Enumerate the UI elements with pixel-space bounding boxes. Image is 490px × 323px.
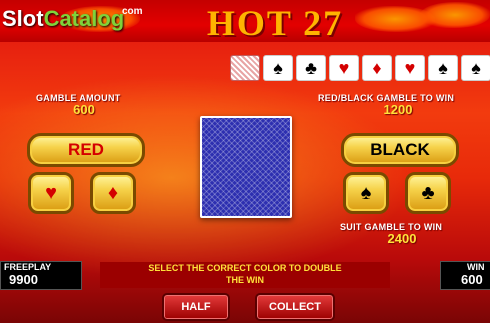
instruction-line-1: SELECT THE CORRECT COLOR TO DOUBLE <box>148 263 342 273</box>
logo-com-text: com <box>122 6 143 17</box>
red-button[interactable]: RED <box>27 133 145 167</box>
history-card-diamond-icon: ♦ <box>362 55 392 81</box>
logo-catalog-text: Catalog <box>43 6 125 31</box>
gamble-card-back <box>200 116 292 218</box>
freeplay-value: 9900 <box>9 272 38 287</box>
history-card-heart-icon: ♥ <box>395 55 425 81</box>
history-card-spade-icon: ♠ <box>428 55 458 81</box>
history-card-back <box>230 55 260 81</box>
win-value: 600 <box>461 272 483 287</box>
red-black-gamble-value: 1200 <box>383 102 413 117</box>
freeplay-box: FREEPLAY 9900 <box>0 261 82 290</box>
black-button[interactable]: BLACK <box>341 133 459 167</box>
heart-suit-button[interactable]: ♥ <box>28 172 74 214</box>
diamond-suit-button[interactable]: ♦ <box>90 172 136 214</box>
history-card-club-icon: ♣ <box>296 55 326 81</box>
slotcatalog-logo: SlotCatalog <box>2 6 124 32</box>
half-button[interactable]: HALF <box>162 293 230 321</box>
history-card-heart-icon: ♥ <box>329 55 359 81</box>
gamble-amount-value: 600 <box>73 102 95 117</box>
win-box: WIN 600 <box>440 261 490 290</box>
history-card-spade-icon: ♠ <box>461 55 490 81</box>
suit-gamble-value: 2400 <box>387 231 417 246</box>
logo-slot-text: Slot <box>2 6 44 31</box>
collect-button[interactable]: COLLECT <box>255 293 335 321</box>
card-history: ♠ ♣ ♥ ♦ ♥ ♠ ♠ <box>230 55 490 81</box>
game-title: HOT 27 <box>206 3 344 43</box>
instruction-line-2: THE WIN <box>226 275 264 285</box>
win-label: WIN <box>467 262 485 272</box>
flame-far-right-decoration <box>420 2 490 28</box>
history-card-spade-icon: ♠ <box>263 55 293 81</box>
freeplay-label: FREEPLAY <box>4 262 52 272</box>
spade-suit-button[interactable]: ♠ <box>343 172 389 214</box>
instruction-message: SELECT THE CORRECT COLOR TO DOUBLE THE W… <box>100 262 390 288</box>
club-suit-button[interactable]: ♣ <box>405 172 451 214</box>
